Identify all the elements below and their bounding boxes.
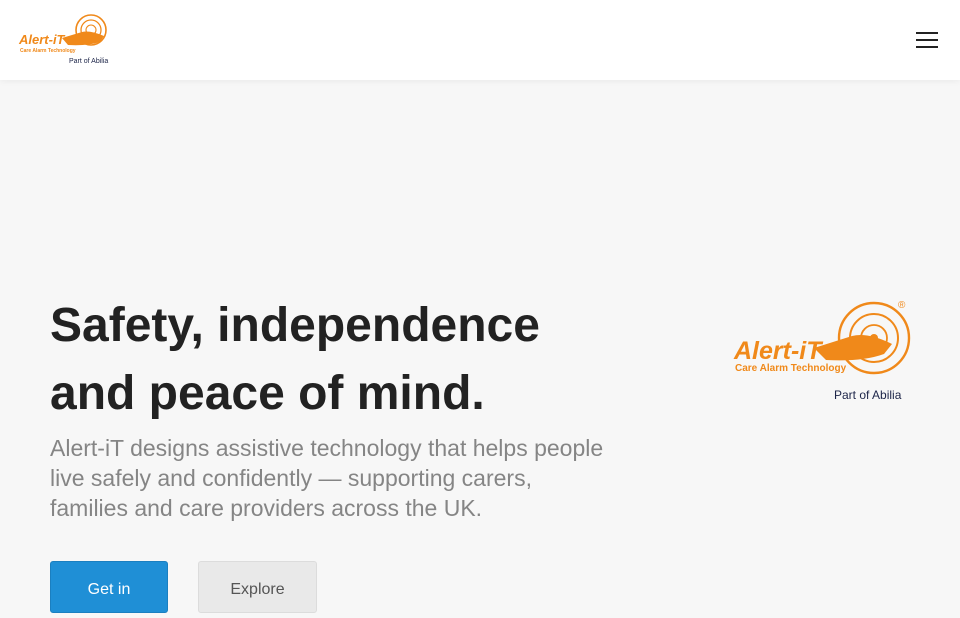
get-in-touch-button[interactable]: Get in [50, 561, 168, 613]
site-header: Alert-iT Care Alarm Technology Part of A… [0, 0, 960, 80]
registered-mark-text: ® [898, 300, 906, 311]
hero-title-line1: Safety, independence [50, 299, 540, 352]
logo-part-of-text: Part of Abilia [69, 58, 109, 65]
explore-button[interactable]: Explore [198, 561, 317, 613]
hero-logo-brand-text: Alert-iT [733, 337, 824, 365]
hamburger-menu-icon[interactable] [912, 28, 942, 52]
hero-logo-part-of-text: Part of Abilia [834, 388, 902, 402]
hero-title: Safety, independence and peace of mind. [50, 292, 610, 428]
alert-it-logo-mark: Alert-iT Care Alarm Technology [18, 14, 107, 54]
hero-logo: Alert-iT Care Alarm Technology ® Part of… [732, 296, 914, 406]
header-logo[interactable]: Alert-iT Care Alarm Technology Part of A… [18, 12, 110, 70]
hero-logo-tagline-text: Care Alarm Technology [735, 363, 847, 374]
logo-tagline-text: Care Alarm Technology [20, 48, 76, 54]
hero-subtitle: Alert-iT designs assistive technology th… [50, 435, 604, 521]
logo-brand-text: Alert-iT [18, 32, 66, 47]
hero-title-line2: and peace of mind. [50, 367, 485, 420]
alert-it-logo-mark-large: Alert-iT Care Alarm Technology ® [733, 300, 911, 375]
